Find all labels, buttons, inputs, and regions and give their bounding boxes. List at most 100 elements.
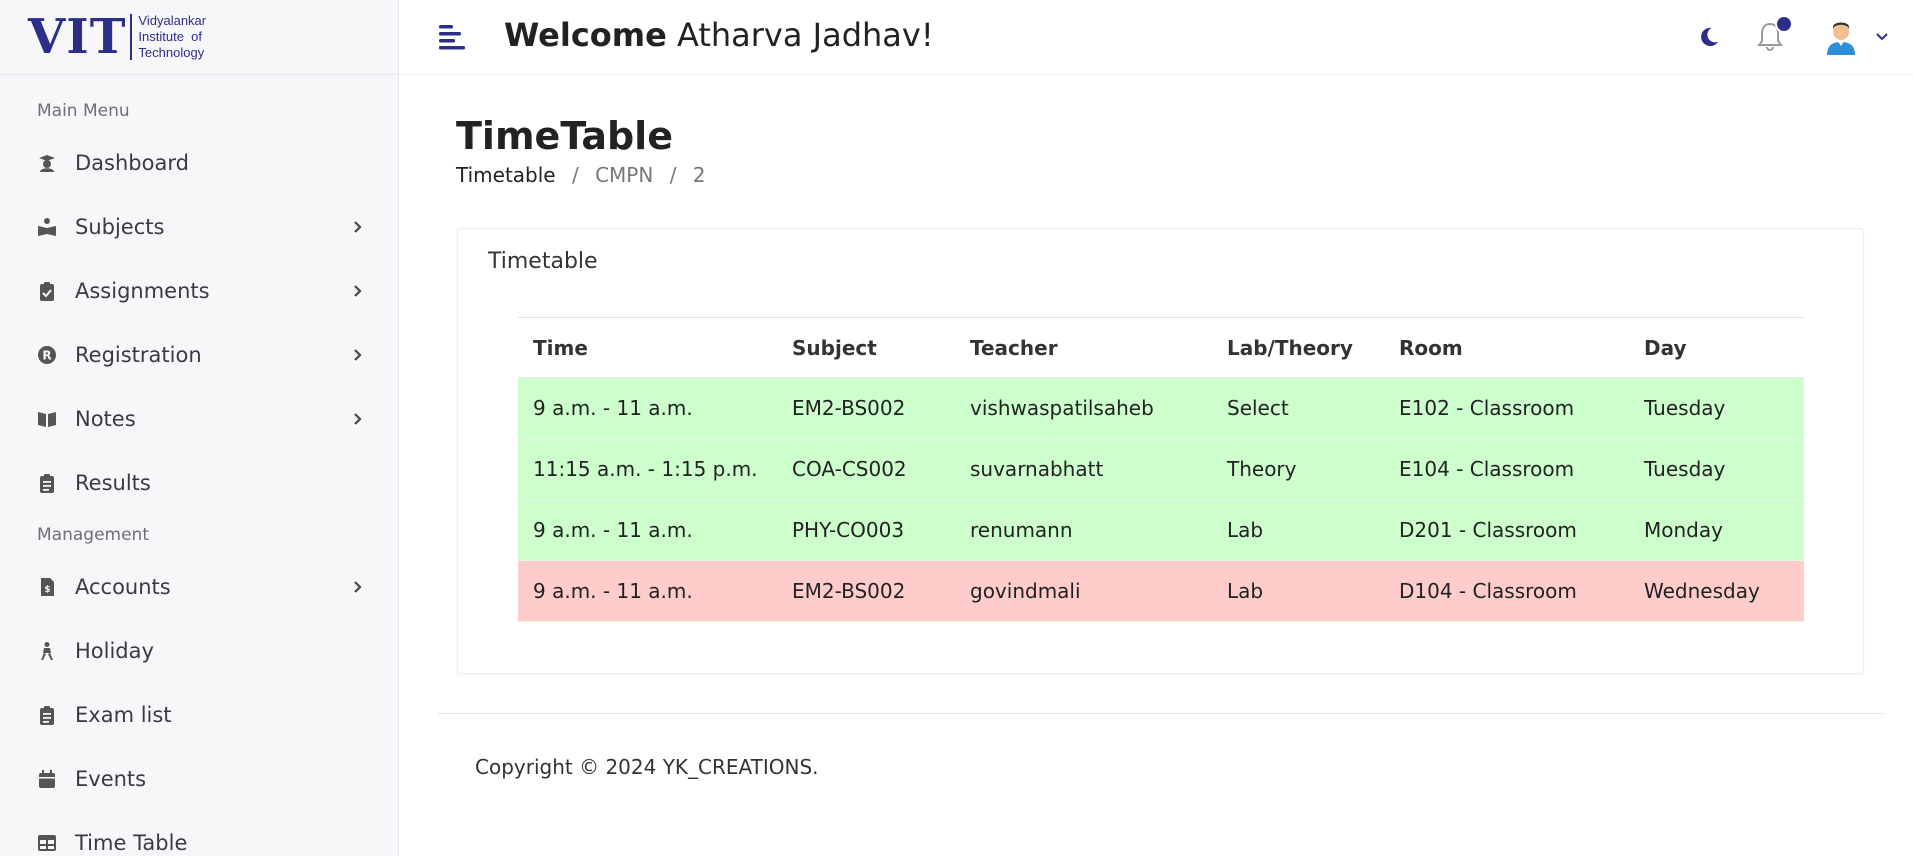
cell-lab-theory: Theory	[1212, 438, 1384, 500]
cell-time: 11:15 a.m. - 1:15 p.m.	[518, 438, 777, 500]
logo-text: Vidyalankar Institute of Technology	[138, 13, 206, 61]
cell-teacher: vishwaspatilsaheb	[955, 377, 1212, 439]
sidebar-item-label: Accounts	[75, 575, 171, 599]
table-header-row: Time Subject Teacher Lab/Theory Room Day	[518, 317, 1804, 378]
table-row: 9 a.m. - 11 a.m. EM2-BS002 vishwaspatilsah…	[518, 377, 1804, 439]
svg-text:$: $	[44, 585, 50, 595]
sidebar-item-label: Registration	[75, 343, 202, 367]
cell-room: D201 - Classroom	[1384, 499, 1629, 561]
sidebar-item-holiday[interactable]: Holiday	[0, 619, 398, 683]
table-icon	[37, 833, 57, 853]
cell-day: Tuesday	[1629, 377, 1804, 439]
cell-day: Wednesday	[1629, 560, 1804, 622]
footer-divider	[438, 713, 1884, 714]
cell-lab-theory: Lab	[1212, 560, 1384, 622]
cell-time: 9 a.m. - 11 a.m.	[518, 560, 777, 622]
sidebar-item-label: Holiday	[75, 639, 154, 663]
column-header-room: Room	[1384, 317, 1629, 378]
copyright-text: Copyright © 2024 YK_CREATIONS.	[475, 755, 819, 779]
vit-logo[interactable]: VIT Vidyalankar Institute of Technology	[0, 0, 398, 75]
table-row: 9 a.m. - 11 a.m. EM2-BS002 govindmali Lab D1…	[518, 560, 1804, 622]
cell-day: Tuesday	[1629, 438, 1804, 500]
breadcrumb-separator: /	[571, 163, 579, 187]
breadcrumb-item-timetable[interactable]: Timetable	[456, 163, 556, 187]
sidebar-item-label: Exam list	[75, 703, 172, 727]
sidebar-item-notes[interactable]: Notes	[0, 387, 398, 451]
cell-time: 9 a.m. - 11 a.m.	[518, 377, 777, 439]
cell-lab-theory: Select	[1212, 377, 1384, 439]
menu-section-title: Management	[37, 525, 149, 545]
notification-badge	[1775, 15, 1793, 33]
sidebar-item-dashboard[interactable]: Dashboard	[0, 131, 398, 195]
cell-subject: COA-CS002	[777, 438, 955, 500]
welcome-label: Welcome	[504, 16, 667, 54]
chevron-right-icon	[350, 579, 366, 595]
clipboard-list-icon	[37, 705, 57, 725]
graduate-icon	[37, 153, 57, 173]
app-root: VIT Vidyalankar Institute of Technology …	[0, 0, 1913, 856]
sidebar-item-label: Notes	[75, 407, 136, 431]
breadcrumb-separator: /	[669, 163, 677, 187]
clipboard-list-icon	[37, 473, 57, 493]
clipboard-check-icon	[37, 281, 57, 301]
menu-toggle-icon[interactable]	[437, 22, 467, 52]
sidebar-item-label: Subjects	[75, 215, 165, 239]
cell-subject: EM2-BS002	[777, 560, 955, 622]
cell-room: E102 - Classroom	[1384, 377, 1629, 439]
sidebar-item-label: Events	[75, 767, 147, 791]
menu-section-title: Main Menu	[37, 101, 130, 121]
logo-divider	[130, 14, 133, 60]
welcome-message: Welcome Atharva Jadhav!	[504, 16, 934, 54]
sidebar-item-exam-list[interactable]: Exam list	[0, 683, 398, 747]
cell-time: 9 a.m. - 11 a.m.	[518, 499, 777, 561]
sidebar-item-assignments[interactable]: Assignments	[0, 259, 398, 323]
invoice-icon: $	[37, 577, 57, 597]
cell-day: Monday	[1629, 499, 1804, 561]
cell-room: E104 - Classroom	[1384, 438, 1629, 500]
table-body: 9 a.m. - 11 a.m. EM2-BS002 vishwaspatilsah…	[518, 377, 1804, 622]
cell-lab-theory: Lab	[1212, 499, 1384, 561]
cell-teacher: renumann	[955, 499, 1212, 561]
sidebar-item-time-table[interactable]: Time Table	[0, 811, 398, 856]
sidebar-item-events[interactable]: Events	[0, 747, 398, 811]
sidebar-item-accounts[interactable]: $ Accounts	[0, 555, 398, 619]
column-header-day: Day	[1629, 317, 1804, 378]
chevron-right-icon	[350, 347, 366, 363]
breadcrumb-item-semester: 2	[692, 163, 706, 187]
chevron-right-icon	[350, 283, 366, 299]
breadcrumb-item-branch[interactable]: CMPN	[595, 163, 653, 187]
sidebar-item-subjects[interactable]: Subjects	[0, 195, 398, 259]
top-header: Welcome Atharva Jadhav!	[400, 0, 1913, 75]
main-content: TimeTable Timetable / CMPN / 2 Timetable…	[400, 76, 1913, 856]
sidebar-item-label: Dashboard	[75, 151, 189, 175]
svg-text:R: R	[42, 349, 51, 363]
sidebar-item-label: Assignments	[75, 279, 210, 303]
sidebar-item-label: Results	[75, 471, 151, 495]
chevron-right-icon	[350, 411, 366, 427]
chevron-right-icon	[350, 219, 366, 235]
chevron-down-icon[interactable]	[1874, 30, 1890, 44]
holiday-icon	[37, 641, 57, 661]
sidebar-item-label: Time Table	[75, 831, 188, 855]
cell-subject: PHY-CO003	[777, 499, 955, 561]
cell-room: D104 - Classroom	[1384, 560, 1629, 622]
timetable-card: Timetable Time Subject Teacher Lab/Theor…	[457, 228, 1864, 674]
column-header-subject: Subject	[777, 317, 955, 378]
cell-teacher: govindmali	[955, 560, 1212, 622]
sidebar-menu: Main Menu Dashboard Subjects Assignments R Re…	[0, 75, 398, 856]
avatar-icon[interactable]	[1824, 18, 1858, 56]
column-header-teacher: Teacher	[955, 317, 1212, 378]
user-name: Atharva Jadhav!	[677, 16, 934, 54]
logo-line-2: Institute of	[138, 29, 203, 44]
logo-line-3: Technology	[138, 45, 205, 60]
open-book-icon	[37, 409, 57, 429]
logo-mark: VIT	[28, 9, 127, 65]
registered-icon: R	[37, 345, 57, 365]
cell-subject: EM2-BS002	[777, 377, 955, 439]
calendar-icon	[37, 769, 57, 789]
book-reader-icon	[37, 217, 57, 237]
sidebar-item-results[interactable]: Results	[0, 451, 398, 515]
dark-mode-icon[interactable]	[1698, 26, 1720, 48]
sidebar-item-registration[interactable]: R Registration	[0, 323, 398, 387]
column-header-lab-theory: Lab/Theory	[1212, 317, 1384, 378]
